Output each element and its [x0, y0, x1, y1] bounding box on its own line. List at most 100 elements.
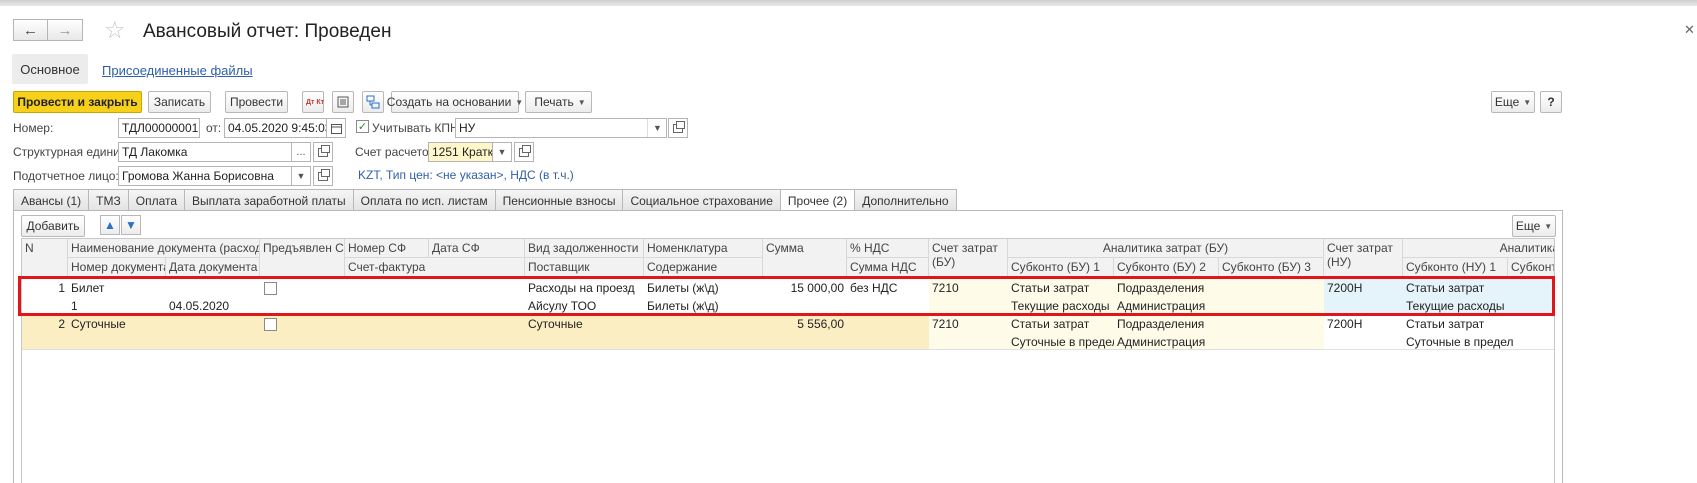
chevron-down-icon: ▼ — [577, 97, 586, 107]
unit-value: ТД Лакомка — [122, 145, 188, 159]
cell-name: Суточные — [71, 317, 126, 331]
date-label: от: — [206, 121, 222, 135]
chevron-down-icon: ▼ — [1544, 221, 1553, 231]
person-value: Громова Жанна Борисовна — [122, 169, 274, 183]
col-nomenclature[interactable]: Номенклатура — [644, 239, 763, 258]
chevron-down-icon[interactable]: ▼ — [647, 119, 666, 137]
kpn-select[interactable]: НУ ▼ — [455, 118, 667, 138]
col-sub-bu2[interactable]: Субконто (БУ) 2 — [1114, 258, 1219, 277]
print-dropdown[interactable]: Печать ▼ — [525, 91, 592, 113]
close-icon[interactable]: ✕ — [1684, 22, 1695, 38]
person-open-button[interactable] — [313, 166, 333, 186]
add-row-button[interactable]: Добавить — [21, 215, 85, 237]
open-window-icon — [519, 144, 531, 157]
sf-presented-checkbox[interactable] — [264, 318, 277, 331]
cell-cost-account-bu: 7210 — [932, 317, 959, 331]
cell-sub-nu1: Статьи затрат — [1406, 317, 1485, 331]
kpn-checkbox[interactable]: ✓ — [356, 120, 369, 133]
tab-other[interactable]: Прочее (2) — [779, 189, 856, 212]
unit-open-button[interactable] — [313, 142, 333, 162]
chevron-down-icon[interactable]: ▼ — [291, 167, 310, 185]
col-sub-nu2[interactable]: Субконто — [1508, 258, 1554, 277]
cell-sub-bu1: Статьи затрат — [1011, 317, 1090, 331]
help-button[interactable]: ? — [1540, 91, 1562, 113]
col-sf-number[interactable]: Номер СФ — [345, 239, 429, 258]
col-sum[interactable]: Сумма — [763, 239, 847, 277]
tab-social[interactable]: Социальное страхование — [622, 189, 781, 211]
col-sub-bu3[interactable]: Субконто (БУ) 3 — [1219, 258, 1324, 277]
col-vat-sum[interactable]: Сумма НДС — [847, 258, 929, 277]
col-cost-account-nu[interactable]: Счет затрат (НУ) — [1324, 239, 1403, 277]
person-label: Подотчетное лицо: — [13, 169, 119, 183]
col-supplier[interactable]: Поставщик — [525, 258, 644, 277]
hierarchy-icon — [366, 95, 380, 109]
arrow-right-icon: → — [57, 21, 73, 39]
account-select[interactable]: 1251 Краткос ▼ — [428, 142, 512, 162]
move-down-button[interactable]: ▼ — [121, 215, 141, 235]
arrow-down-icon: ▼ — [125, 218, 137, 232]
col-sf-date[interactable]: Дата СФ — [429, 239, 525, 258]
currency-info-link[interactable]: KZT, Тип цен: <не указан>, НДС (в т.ч.) — [358, 168, 574, 182]
table-more-dropdown[interactable]: Еще ▼ — [1512, 215, 1556, 237]
row-divider — [22, 349, 1554, 350]
tab-additional[interactable]: Дополнительно — [854, 189, 957, 211]
dtkt-button[interactable]: Дт Кт — [302, 91, 324, 113]
col-vat-pct[interactable]: % НДС — [847, 239, 929, 258]
save-button[interactable]: Записать — [148, 91, 211, 113]
person-select[interactable]: Громова Жанна Борисовна ▼ — [118, 166, 311, 186]
kpn-open-button[interactable] — [668, 118, 688, 138]
account-open-button[interactable] — [514, 142, 534, 162]
forward-button[interactable]: → — [48, 19, 83, 41]
tab-pension[interactable]: Пенсионные взносы — [494, 189, 624, 211]
col-analytics-bu[interactable]: Аналитика затрат (БУ) — [1008, 239, 1324, 258]
structure-button[interactable] — [362, 91, 384, 113]
chevron-down-icon: ▼ — [1523, 97, 1532, 107]
cell-cost-account-nu: 7200Н — [1327, 317, 1363, 331]
cell-sum: 5 556,00 — [797, 317, 844, 331]
col-name[interactable]: Наименование документа (расхода) — [68, 239, 260, 258]
col-sub-nu1[interactable]: Субконто (НУ) 1 — [1403, 258, 1508, 277]
unit-field[interactable]: ТД Лакомка ... — [118, 142, 311, 162]
post-button[interactable]: Провести — [225, 91, 288, 113]
date-field[interactable]: 04.05.2020 9:45:03 — [224, 118, 346, 138]
col-analytics-nu[interactable]: Аналитика — [1403, 239, 1554, 258]
col-sf-presented[interactable]: Предъявлен СФ — [260, 239, 345, 277]
dtkt-icon: Дт Кт — [306, 98, 325, 106]
create-based-dropdown[interactable]: Создать на основании ▼ — [387, 91, 523, 113]
chevron-down-icon: ▼ — [515, 97, 524, 107]
col-sub-bu1[interactable]: Субконто (БУ) 1 — [1008, 258, 1114, 277]
date-value: 04.05.2020 9:45:03 — [228, 121, 332, 135]
open-window-icon — [318, 168, 330, 181]
ellipsis-button[interactable]: ... — [291, 143, 310, 161]
tab-tmz[interactable]: ТМЗ — [88, 189, 129, 211]
chevron-down-icon[interactable]: ▼ — [492, 143, 511, 161]
tab-main[interactable]: Основное — [12, 54, 88, 84]
tab-writs[interactable]: Оплата по исп. листам — [352, 189, 496, 211]
cell-debt-type: Суточные — [528, 317, 583, 331]
nav-buttons: ← → — [13, 19, 83, 41]
more-dropdown[interactable]: Еще ▼ — [1491, 91, 1535, 113]
journal-button[interactable] — [332, 91, 354, 113]
col-content[interactable]: Содержание — [644, 258, 763, 277]
tab-advances[interactable]: Авансы (1) — [13, 189, 90, 211]
favorite-star-icon[interactable]: ☆ — [104, 16, 126, 45]
calendar-button[interactable] — [326, 119, 345, 137]
col-doc-date[interactable]: Дата документа — [166, 258, 260, 277]
col-sf-invoice[interactable]: Счет-фактура — [345, 258, 525, 277]
tab-payment[interactable]: Оплата — [127, 189, 186, 211]
col-n[interactable]: N — [22, 239, 68, 277]
tab-attached-files[interactable]: Присоединенные файлы — [102, 63, 253, 78]
col-doc-number[interactable]: Номер документа — [68, 258, 166, 277]
back-button[interactable]: ← — [13, 19, 48, 41]
col-cost-account-bu[interactable]: Счет затрат (БУ) — [929, 239, 1008, 277]
arrow-left-icon: ← — [23, 21, 38, 39]
table-more-label: Еще — [1515, 219, 1541, 233]
move-up-button[interactable]: ▲ — [100, 215, 120, 235]
col-debt-type[interactable]: Вид задолженности — [525, 239, 644, 258]
tab-salary[interactable]: Выплата заработной платы — [184, 189, 354, 211]
calendar-icon — [330, 123, 342, 134]
number-field[interactable]: ТДЛ00000001 — [118, 118, 200, 138]
list-icon — [337, 96, 349, 108]
post-and-close-button[interactable]: Провести и закрыть — [13, 91, 142, 113]
cell-n: 2 — [58, 317, 65, 331]
